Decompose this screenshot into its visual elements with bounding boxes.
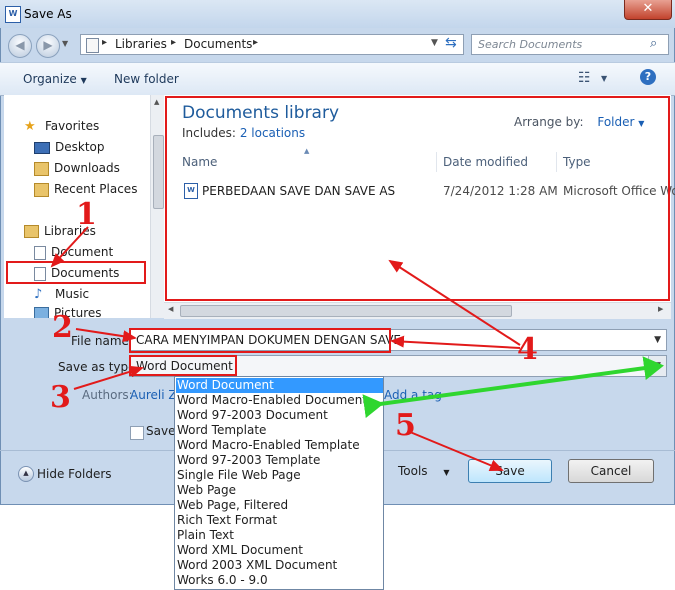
annotation-number-4: 4 (517, 332, 538, 367)
arrow-2 (75, 328, 137, 343)
annotation-number-2: 2 (52, 310, 73, 345)
arrow-green (362, 356, 664, 419)
annotation-number-3: 3 (50, 380, 71, 415)
annotation-number-5: 5 (395, 408, 416, 443)
arrow-4b (390, 335, 521, 349)
annotation-arrows (50, 226, 664, 471)
arrow-5 (409, 431, 504, 471)
arrow-3 (73, 365, 144, 390)
arrow-4a (388, 259, 521, 346)
annotation-number-1: 1 (76, 197, 97, 232)
arrow-1 (50, 226, 89, 268)
